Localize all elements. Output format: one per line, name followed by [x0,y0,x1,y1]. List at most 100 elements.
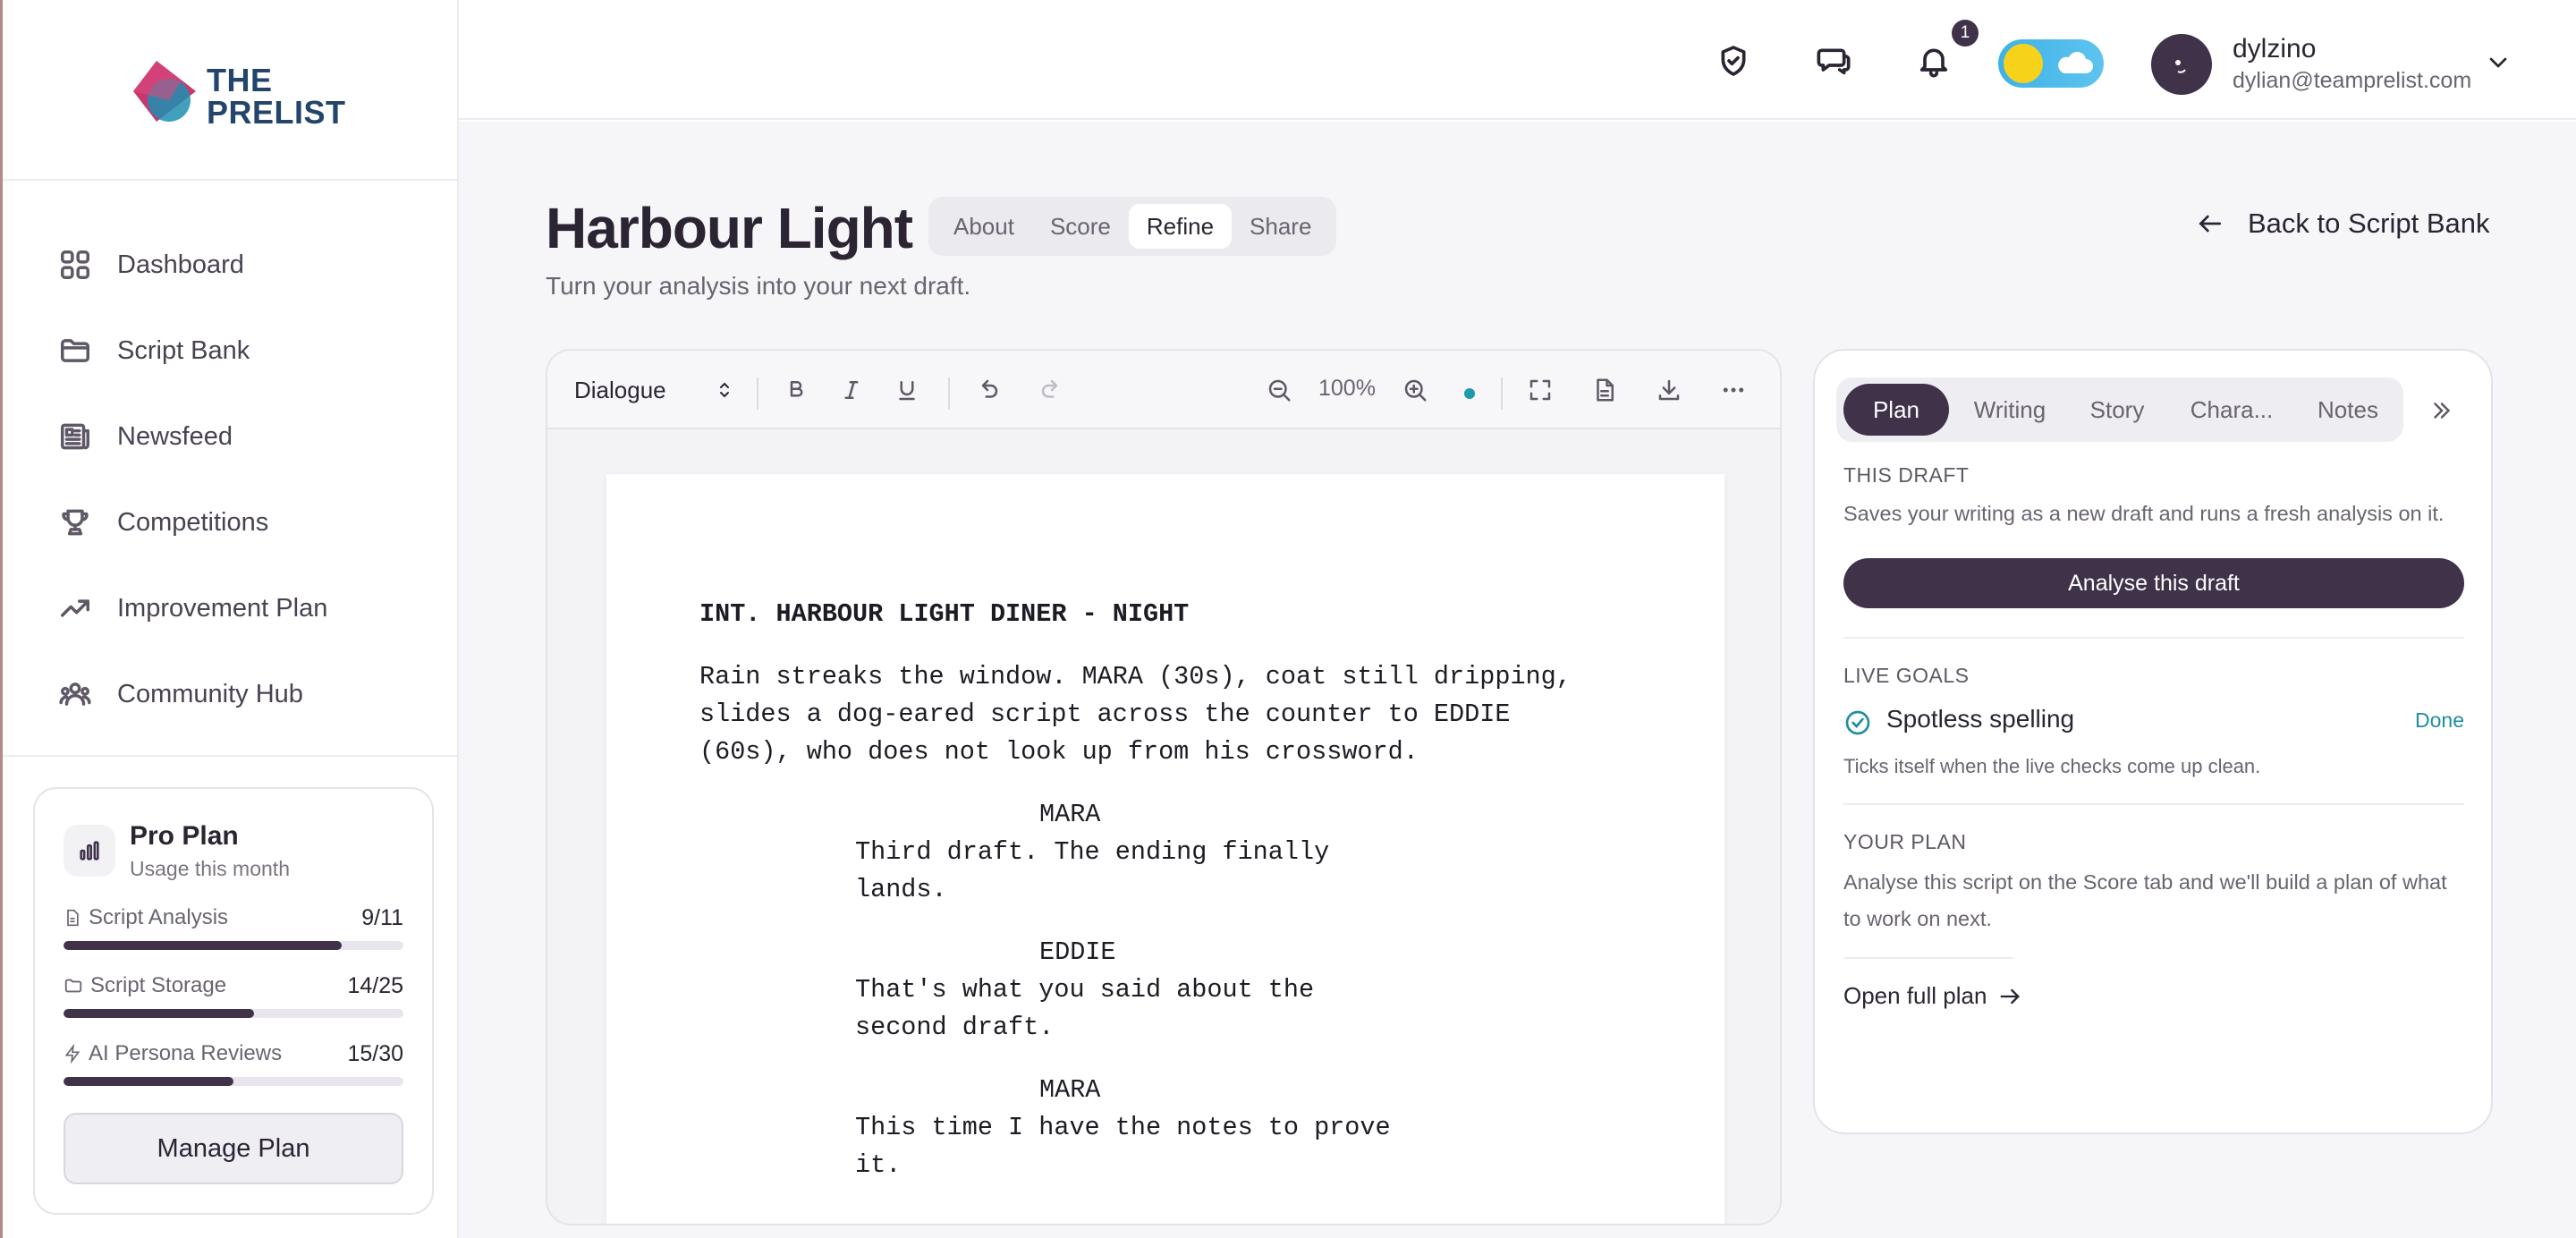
action-line[interactable]: Rain streaks the window. MARA (30s), coa… [699,658,1572,696]
sidebar-item-label: Community Hub [117,679,303,708]
element-type-select[interactable]: Dialogue [574,372,735,408]
usage-bar [64,1077,403,1086]
zoom-in-button[interactable] [1399,374,1431,406]
tab-writing[interactable]: Writing [1956,384,2063,436]
user-email: dylian@teamprelist.com [2233,68,2472,93]
panel-tabs: Plan Writing Story Chara... Notes [1836,377,2403,442]
more-horizontal-icon [1723,387,1744,393]
dialogue-line[interactable]: second draft. [855,1009,1054,1047]
document-button[interactable] [1589,374,1621,406]
sidebar-item-community-hub[interactable]: Community Hub [58,651,434,737]
fullscreen-button[interactable] [1524,374,1556,406]
redo-icon [1041,379,1058,398]
logo-text: THE PRELIST [207,62,346,131]
sidebar-item-newsfeed[interactable]: Newsfeed [58,394,434,479]
undo-icon [981,379,998,398]
user-name[interactable]: dylzino [2233,34,2316,64]
bold-button[interactable] [780,374,812,406]
open-full-plan-link[interactable]: Open full plan [1843,982,2022,1010]
page-title: Harbour Light [546,196,913,260]
usage-value: 9/11 [361,905,403,930]
download-icon [1658,379,1680,401]
analyse-draft-button[interactable]: Analyse this draft [1843,558,2464,608]
underline-icon [899,381,915,401]
italic-button[interactable] [835,374,868,406]
tab-share[interactable]: Share [1232,204,1329,249]
element-type-value: Dialogue [574,376,666,403]
notification-badge: 1 [1952,20,1979,47]
plan-title: Pro Plan [130,821,239,851]
dialogue-line[interactable]: it. [855,1147,901,1184]
zoom-out-button[interactable] [1263,374,1295,406]
section-text: Ticks itself when the live checks come u… [1843,755,2261,777]
main-content: Harbour Light About Score Refine Share T… [459,122,2576,1238]
cloud-icon [2058,52,2093,73]
section-divider [1843,637,2464,639]
usage-label: Script Analysis [89,905,229,929]
arrow-left-icon [2199,215,2221,233]
character-name[interactable]: MARA [1039,1072,1100,1109]
shield-check-icon[interactable] [1716,43,1751,79]
usage-value: 14/25 [347,973,403,998]
sidebar-item-competitions[interactable]: Competitions [58,479,434,565]
usage-label: Script Storage [90,973,227,997]
zoom-level: 100% [1318,376,1376,401]
goal-item: Spotless spelling Done [1843,705,2464,741]
chevron-updown-icon [720,382,729,398]
page-subtitle: Turn your analysis into your next draft. [546,272,971,300]
sidebar-item-improvement-plan[interactable]: Improvement Plan [58,565,434,651]
italic-icon [844,381,859,399]
usage-bar [64,941,403,950]
toolbar-divider [948,377,950,410]
plan-usage-card: Pro Plan Usage this month Script Analysi… [33,787,434,1215]
folder-icon [61,339,89,362]
scene-heading[interactable]: INT. HARBOUR LIGHT DINER - NIGHT [699,596,1189,633]
sidebar-item-label: Newsfeed [117,421,233,451]
theme-toggle[interactable] [1998,39,2104,88]
users-icon [59,683,91,706]
usage-bar [64,1009,403,1018]
character-name[interactable]: EDDIE [1039,934,1116,971]
sidebar-item-dashboard[interactable]: Dashboard [58,222,434,308]
section-text: Analyse this script on the Score tab and… [1843,870,2447,930]
underline-button[interactable] [891,374,923,406]
toolbar-divider [757,377,758,410]
script-page[interactable]: INT. HARBOUR LIGHT DINER - NIGHT Rain st… [606,474,1724,1224]
tab-plan[interactable]: Plan [1843,384,1949,436]
check-circle-icon [1845,710,1870,735]
more-options-button[interactable] [1717,374,1750,406]
chat-icon[interactable] [1816,43,1852,79]
chevron-down-icon[interactable] [2484,48,2512,77]
redo-button[interactable] [1036,374,1068,406]
tab-about[interactable]: About [936,204,1032,249]
action-line[interactable]: slides a dog-eared script across the cou… [699,696,1510,733]
goal-name: Spotless spelling [1886,705,2075,733]
tab-notes[interactable]: Notes [2300,384,2396,436]
sidebar-item-script-bank[interactable]: Script Bank [58,308,434,394]
download-button[interactable] [1653,374,1685,406]
action-line[interactable]: (60s), who does not look up from his cro… [699,733,1419,771]
tab-story[interactable]: Story [2071,384,2164,436]
dialogue-line[interactable]: Third draft. The ending finally [855,834,1329,871]
back-to-script-bank-link[interactable]: Back to Script Bank [2196,208,2490,240]
dialogue-line[interactable]: That's what you said about the [855,971,1314,1009]
section-heading: LIVE GOALS [1843,664,1970,687]
logo[interactable]: THE PRELIST [131,55,345,129]
undo-button[interactable] [971,374,1004,406]
avatar[interactable] [2151,34,2212,95]
section-heading: THIS DRAFT [1843,463,1970,487]
dialogue-line[interactable]: lands. [855,871,947,909]
dialogue-line[interactable]: This time I have the notes to prove [855,1109,1391,1147]
top-header: 1 dylzino dylian@teamprelist.com [459,0,2576,120]
section-divider [1843,803,2464,805]
trending-up-icon [61,599,89,617]
tab-refine[interactable]: Refine [1128,204,1233,249]
tab-characters[interactable]: Chara... [2171,384,2292,436]
manage-plan-button[interactable]: Manage Plan [64,1113,403,1184]
character-name[interactable]: MARA [1039,796,1100,834]
bell-icon[interactable] [1916,43,1952,79]
avatar-face-icon [2175,60,2186,73]
newspaper-icon [61,423,89,450]
chevrons-right-icon[interactable] [2428,397,2455,424]
tab-score[interactable]: Score [1032,204,1129,249]
